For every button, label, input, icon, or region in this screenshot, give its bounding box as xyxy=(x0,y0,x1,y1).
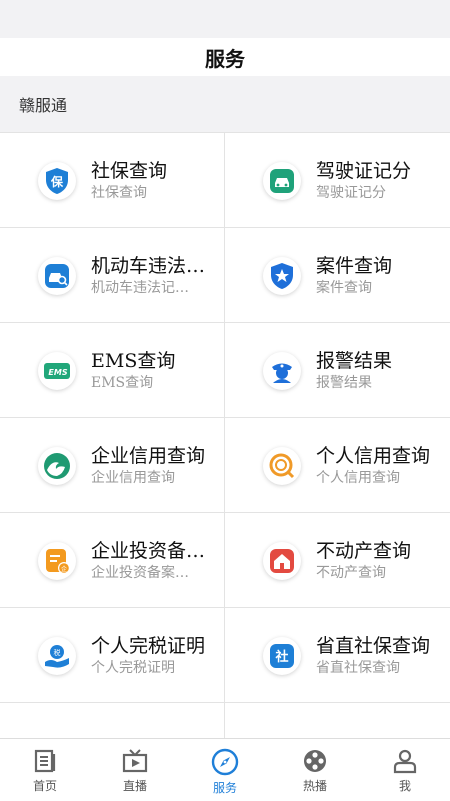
status-strip xyxy=(0,0,450,38)
tab-label: 热播 xyxy=(302,779,327,793)
compass-icon xyxy=(211,748,239,776)
service-row: EMS EMS查询 EMS查询 报警结果 报警结果 xyxy=(0,322,450,418)
service-title: 企业投资备… xyxy=(91,539,206,562)
tab-hot[interactable]: 热播 xyxy=(270,739,360,801)
tab-live[interactable]: 直播 xyxy=(90,739,180,801)
service-item-ems[interactable]: EMS EMS查询 EMS查询 xyxy=(0,323,225,418)
service-title: 个人完税证明 xyxy=(91,634,206,657)
credit-icon xyxy=(263,446,301,485)
service-subtitle: 个人信用查询 xyxy=(316,469,400,486)
tab-home[interactable]: 首页 xyxy=(0,739,90,801)
section-label: 赣服通 xyxy=(0,76,450,132)
service-row xyxy=(0,702,450,738)
service-subtitle: 企业信用查询 xyxy=(91,469,175,486)
tab-label: 直播 xyxy=(122,779,147,793)
svg-text:税: 税 xyxy=(54,648,61,657)
service-row: 企 企业投资备… 企业投资备案… 不动产查询 不动产查询 xyxy=(0,512,450,608)
tab-label: 我 xyxy=(398,779,411,793)
tab-me[interactable]: 我 xyxy=(360,739,450,801)
service-subtitle: 企业投资备案… xyxy=(91,564,189,581)
service-item-enterprise-credit[interactable]: 企业信用查询 企业信用查询 xyxy=(0,418,225,513)
shield-bao-icon: 保 xyxy=(38,161,76,200)
tab-label: 服务 xyxy=(212,781,237,795)
service-title: 企业信用查询 xyxy=(91,444,206,467)
enterprise-doc-icon: 企 xyxy=(38,541,76,580)
police-icon xyxy=(263,351,301,390)
service-item-case-query[interactable]: 案件查询 案件查询 xyxy=(225,228,450,323)
service-item-alarm-result[interactable]: 报警结果 报警结果 xyxy=(225,323,450,418)
service-title: 社保查询 xyxy=(91,159,168,182)
service-item-real-estate[interactable]: 不动产查询 不动产查询 xyxy=(225,513,450,608)
service-title: 驾驶证记分 xyxy=(316,159,412,182)
tax-hand-icon: 税 xyxy=(38,636,76,675)
service-item-partial[interactable] xyxy=(225,703,450,738)
service-item-provincial-social-security[interactable]: 社 省直社保查询 省直社保查询 xyxy=(225,608,450,703)
service-row: 机动车违法… 机动车违法记… 案件查询 案件查询 xyxy=(0,227,450,323)
service-subtitle: 不动产查询 xyxy=(316,564,386,581)
service-title: 个人信用查询 xyxy=(316,444,431,467)
service-subtitle: 报警结果 xyxy=(316,374,372,391)
service-item-social-security[interactable]: 保 社保查询 社保查询 xyxy=(0,133,225,228)
car-icon xyxy=(263,161,301,200)
house-icon xyxy=(263,541,301,580)
service-subtitle: 案件查询 xyxy=(316,279,372,296)
tab-service[interactable]: 服务 xyxy=(180,739,270,801)
ems-icon: EMS xyxy=(38,351,76,390)
page-title: 服务 xyxy=(0,38,450,76)
service-title: 省直社保查询 xyxy=(316,634,431,657)
tab-label: 首页 xyxy=(32,779,57,793)
service-subtitle: 机动车违法记… xyxy=(91,279,189,296)
she-icon: 社 xyxy=(263,636,301,675)
tv-play-icon xyxy=(122,749,148,773)
bottom-tab-bar: 首页 直播 服务 热播 我 xyxy=(0,738,450,801)
wave-icon xyxy=(38,446,76,485)
service-subtitle: EMS查询 xyxy=(91,374,154,391)
service-item-tax-certificate[interactable]: 税 个人完税证明 个人完税证明 xyxy=(0,608,225,703)
service-item-enterprise-investment[interactable]: 企 企业投资备… 企业投资备案… xyxy=(0,513,225,608)
svg-text:社: 社 xyxy=(274,649,288,665)
service-subtitle: 社保查询 xyxy=(91,184,147,201)
home-doc-icon xyxy=(34,749,56,773)
service-subtitle: 驾驶证记分 xyxy=(316,184,386,201)
service-title: EMS查询 xyxy=(91,349,176,372)
service-row: 保 社保查询 社保查询 驾驶证记分 驾驶证记分 xyxy=(0,132,450,228)
svg-text:EMS: EMS xyxy=(48,368,67,377)
svg-text:企: 企 xyxy=(61,565,67,573)
service-grid: 保 社保查询 社保查询 驾驶证记分 驾驶证记分 机动车违法… 机动车违法记… 案… xyxy=(0,132,450,738)
car-search-icon xyxy=(38,256,76,295)
person-icon xyxy=(393,749,417,774)
service-item-vehicle-violation[interactable]: 机动车违法… 机动车违法记… xyxy=(0,228,225,323)
service-title: 案件查询 xyxy=(316,254,393,277)
police-star-icon xyxy=(263,256,301,295)
service-item-partial[interactable] xyxy=(0,703,225,738)
service-subtitle: 个人完税证明 xyxy=(91,659,175,676)
svg-text:保: 保 xyxy=(50,174,64,189)
service-title: 机动车违法… xyxy=(91,254,206,277)
service-row: 企业信用查询 企业信用查询 个人信用查询 个人信用查询 xyxy=(0,417,450,513)
service-title: 不动产查询 xyxy=(316,539,412,562)
service-title: 报警结果 xyxy=(316,349,393,372)
service-row: 税 个人完税证明 个人完税证明 社 省直社保查询 省直社保查询 xyxy=(0,607,450,703)
service-item-license-points[interactable]: 驾驶证记分 驾驶证记分 xyxy=(225,133,450,228)
film-reel-icon xyxy=(304,750,326,772)
service-item-personal-credit[interactable]: 个人信用查询 个人信用查询 xyxy=(225,418,450,513)
service-subtitle: 省直社保查询 xyxy=(316,659,400,676)
